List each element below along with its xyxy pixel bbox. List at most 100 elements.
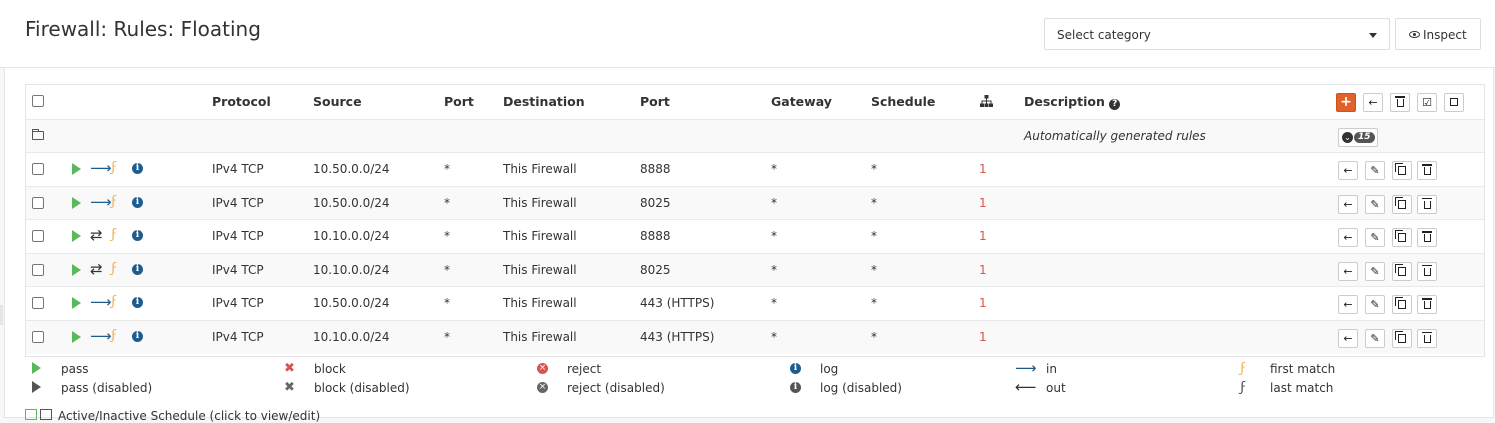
rule-evaluations[interactable]: 1 — [979, 196, 987, 210]
clone-rule-button[interactable] — [1392, 161, 1412, 180]
rule-destination-port: 8888 — [640, 229, 671, 243]
rule-evaluations[interactable]: 1 — [979, 263, 987, 277]
move-rule-button[interactable]: ← — [1338, 295, 1358, 314]
clone-rule-button[interactable] — [1392, 261, 1412, 281]
table-row[interactable]: ⇄ ϝ i IPv4 TCP 10.10.0.0/24 * This Firewall 888… — [26, 219, 1484, 253]
rule-destination-port: 443 (HTTPS) — [640, 329, 715, 344]
col-destination-port[interactable]: Port — [640, 94, 670, 109]
clone-rule-button[interactable] — [1392, 228, 1412, 247]
edit-rule-button[interactable]: ✎ — [1365, 295, 1385, 314]
edit-rule-button[interactable]: ✎ — [1365, 161, 1385, 180]
rule-source: 10.50.0.0/24 — [313, 296, 390, 310]
col-protocol[interactable]: Protocol — [212, 94, 271, 109]
delete-rule-button[interactable] — [1417, 194, 1437, 214]
clone-rule-button[interactable] — [1392, 194, 1412, 214]
rule-evaluations[interactable]: 1 — [979, 296, 987, 310]
info-icon: i — [132, 163, 143, 174]
rule-schedule: * — [871, 229, 877, 243]
table-row[interactable]: ⟶ ϝ i IPv4 TCP 10.10.0.0/24 * This Firewall 443… — [26, 319, 1484, 354]
bolt-icon: ϝ — [111, 193, 117, 209]
edit-rule-button[interactable]: ✎ — [1365, 194, 1385, 214]
auto-rules-row[interactable]: Automatically generated rules ⌄ 15 — [26, 119, 1484, 153]
rule-checkbox[interactable] — [32, 263, 44, 276]
rule-evaluations[interactable]: 1 — [979, 229, 987, 243]
rule-destination: This Firewall — [503, 195, 577, 210]
delete-rule-button[interactable] — [1417, 261, 1437, 281]
inspect-button[interactable]: Inspect — [1395, 18, 1481, 50]
copy-icon — [1395, 163, 1406, 175]
pencil-icon: ✎ — [1370, 298, 1380, 311]
side-stripe — [0, 305, 3, 325]
play-icon — [72, 230, 81, 242]
trash-icon — [1421, 298, 1432, 309]
legend-reject: reject — [567, 362, 602, 376]
expand-auto-rules-button[interactable]: ⌄ 15 — [1338, 128, 1378, 147]
table-row[interactable]: ⟶ ϝ i IPv4 TCP 10.50.0.0/24 * This Firewall 888… — [26, 152, 1484, 186]
bolt-icon: ϝ — [111, 260, 117, 276]
rule-protocol: IPv4 TCP — [212, 329, 264, 344]
delete-rule-button[interactable] — [1417, 295, 1437, 314]
select-all-checkbox[interactable] — [32, 95, 44, 107]
block-icon: ✖ — [284, 361, 295, 376]
delete-rule-button[interactable] — [1417, 328, 1437, 348]
move-rule-button[interactable]: ← — [1338, 228, 1358, 247]
rule-destination: This Firewall — [503, 162, 577, 176]
rule-source-port: * — [444, 296, 450, 310]
arrow-right-icon: ⟶ — [90, 192, 112, 211]
bolt-icon: ϝ — [111, 327, 117, 343]
category-select[interactable]: Select category — [1044, 18, 1390, 50]
delete-rule-button[interactable] — [1417, 161, 1437, 180]
rule-destination: This Firewall — [503, 229, 577, 243]
edit-rule-button[interactable]: ✎ — [1365, 228, 1385, 247]
table-row[interactable]: ⟶ ϝ i IPv4 TCP 10.50.0.0/24 * This Firewall 802… — [26, 185, 1484, 220]
move-button[interactable]: ← — [1363, 93, 1383, 112]
reject-icon: × — [537, 363, 548, 374]
rule-evaluations[interactable]: 1 — [979, 330, 987, 344]
table-row[interactable]: ⇄ ϝ i IPv4 TCP 10.10.0.0/24 * This Firewall 802… — [26, 252, 1484, 287]
table-row[interactable]: ⟶ ϝ i IPv4 TCP 10.50.0.0/24 * This Firewall 443… — [26, 286, 1484, 320]
rule-source-port: * — [444, 262, 450, 277]
move-rule-button[interactable]: ← — [1338, 261, 1358, 281]
rule-checkbox[interactable] — [32, 163, 44, 175]
rule-checkbox[interactable] — [32, 330, 44, 343]
rule-evaluations[interactable]: 1 — [979, 162, 987, 176]
rule-checkbox[interactable] — [32, 297, 44, 309]
rule-checkbox[interactable] — [32, 196, 44, 209]
col-source-port[interactable]: Port — [444, 94, 474, 109]
rule-protocol: IPv4 TCP — [212, 195, 264, 210]
legend-out: out — [1046, 381, 1066, 395]
add-rule-button[interactable]: + — [1336, 93, 1356, 112]
clone-rule-button[interactable] — [1392, 295, 1412, 314]
col-description-label: Description — [1024, 94, 1105, 109]
edit-rule-button[interactable]: ✎ — [1365, 261, 1385, 281]
pass-disabled-icon — [32, 381, 41, 393]
col-source[interactable]: Source — [313, 94, 362, 109]
rule-destination: This Firewall — [503, 262, 577, 277]
clone-rule-button[interactable] — [1392, 328, 1412, 348]
legend-reject-disabled: reject (disabled) — [567, 381, 665, 395]
col-schedule[interactable]: Schedule — [871, 94, 935, 109]
arrow-left-icon: ← — [1343, 298, 1353, 311]
enable-selected-button[interactable]: ☑ — [1417, 93, 1437, 112]
col-gateway[interactable]: Gateway — [771, 94, 832, 109]
move-rule-button[interactable]: ← — [1338, 161, 1358, 180]
delete-rule-button[interactable] — [1417, 228, 1437, 247]
pencil-icon: ✎ — [1370, 164, 1380, 177]
disable-selected-button[interactable] — [1444, 93, 1464, 112]
col-destination[interactable]: Destination — [503, 94, 585, 109]
page-header: Firewall: Rules: Floating Select categor… — [0, 0, 1495, 68]
rule-checkbox[interactable] — [32, 230, 44, 242]
col-description[interactable]: Description ? — [1024, 94, 1121, 110]
move-rule-button[interactable]: ← — [1338, 328, 1358, 348]
delete-selected-button[interactable] — [1390, 93, 1410, 112]
trash-icon — [1421, 331, 1432, 343]
edit-rule-button[interactable]: ✎ — [1365, 328, 1385, 348]
rule-gateway: * — [771, 329, 777, 344]
trash-icon — [1394, 96, 1405, 107]
play-icon — [72, 163, 81, 175]
pencil-icon: ✎ — [1370, 197, 1380, 211]
rule-gateway: * — [771, 162, 777, 176]
move-rule-button[interactable]: ← — [1338, 194, 1358, 214]
rule-protocol: IPv4 TCP — [212, 162, 264, 176]
arrows-swap-icon: ⇄ — [90, 226, 103, 244]
